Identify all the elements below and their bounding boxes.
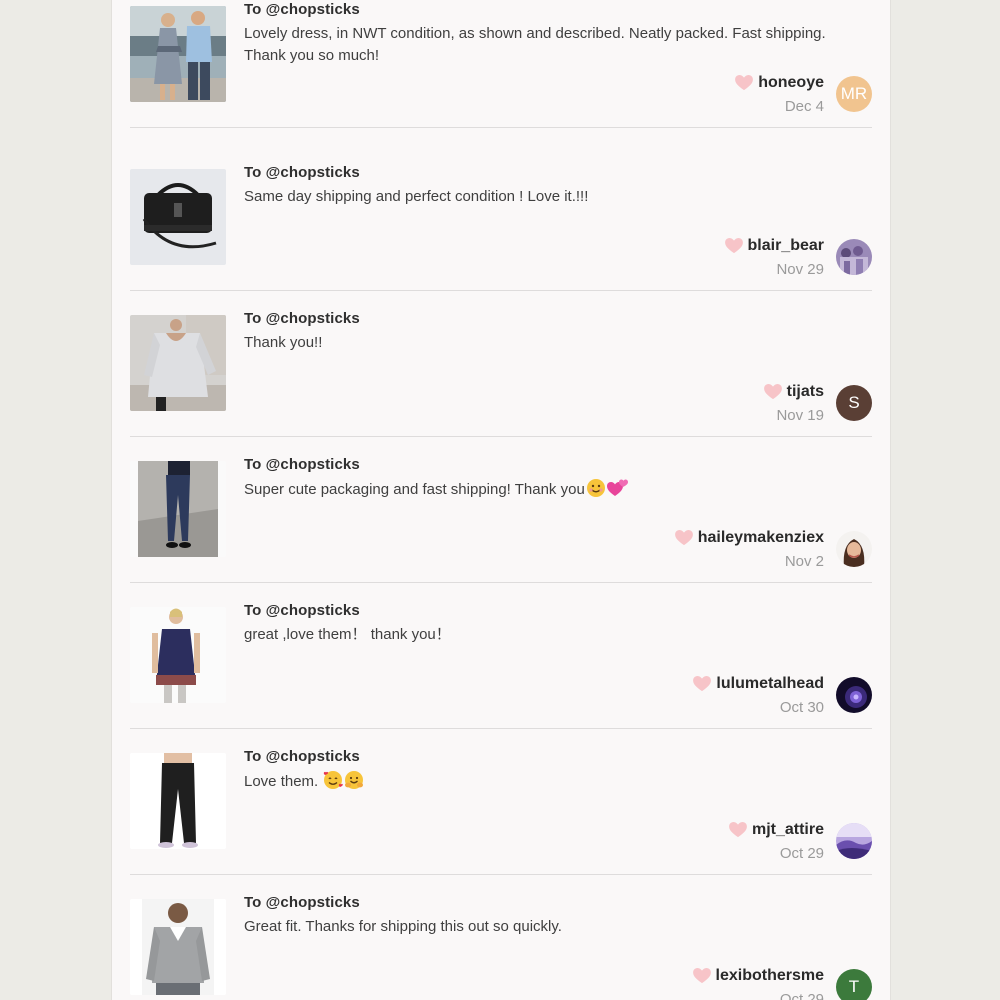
avatar-photo <box>836 239 872 275</box>
review-message: Same day shipping and perfect condition … <box>244 188 589 205</box>
two-hearts-icon <box>606 479 628 496</box>
avatar[interactable]: S <box>836 385 872 421</box>
review-date: Nov 2 <box>784 553 824 570</box>
review-message: Lovely dress, in NWT condition, as shown… <box>244 25 826 64</box>
reviewer: tijats <box>763 383 824 401</box>
avatar-photo <box>836 823 872 859</box>
review-date: Dec 4 <box>784 98 824 115</box>
recipient-label: To @chopsticks <box>244 310 360 327</box>
navy-top-photo[interactable] <box>130 607 226 703</box>
heart-icon[interactable] <box>692 968 711 984</box>
avatar-photo <box>836 677 872 713</box>
reviewer-username[interactable]: haileymakenziex <box>698 529 824 547</box>
review-card: To @chopsticks Thank you!! tijats Nov 19… <box>130 291 872 437</box>
reviewer-username[interactable]: mjt_attire <box>752 821 824 839</box>
heart-icon[interactable] <box>735 75 754 91</box>
avatar[interactable] <box>836 823 872 859</box>
avatar-initials: MR <box>840 84 868 103</box>
couple-in-dress-photo[interactable] <box>130 6 226 102</box>
review-message-text: Love them. <box>244 773 319 790</box>
avatar-photo <box>836 531 872 567</box>
review-date: Nov 19 <box>776 407 824 424</box>
reviewer-username[interactable]: lulumetalhead <box>716 675 824 693</box>
review-card: To @chopsticks Same day shipping and per… <box>130 145 872 291</box>
review-message: Great fit. Thanks for shipping this out … <box>244 918 562 935</box>
review-date: Oct 29 <box>779 991 824 1000</box>
recipient-label: To @chopsticks <box>244 602 360 619</box>
recipient-label: To @chopsticks <box>244 1 360 18</box>
avatar[interactable]: T <box>836 969 872 1000</box>
reviewer: honeoye <box>735 74 824 92</box>
recipient-label: To @chopsticks <box>244 164 360 181</box>
review-card: To @chopsticks great ,love them！ thank y… <box>130 583 872 729</box>
review-card: To @chopsticks Lovely dress, in NWT cond… <box>130 0 872 128</box>
reviewer-username[interactable]: blair_bear <box>748 237 824 255</box>
review-message: Super cute packaging and fast shipping! … <box>244 478 844 501</box>
review-card: To @chopsticks Super cute packaging and … <box>130 437 872 583</box>
reviewer: lulumetalhead <box>693 675 824 693</box>
review-card: To @chopsticks Great fit. Thanks for shi… <box>130 875 872 1000</box>
review-card: To @chopsticks Love them. mjt_attire Oct… <box>130 729 872 875</box>
reviewer-username[interactable]: lexibothersme <box>716 967 824 985</box>
hugging-face-icon <box>345 771 364 789</box>
heart-icon[interactable] <box>724 238 743 254</box>
avatar-initials: T <box>848 977 860 996</box>
heart-icon[interactable] <box>729 822 747 838</box>
recipient-label: To @chopsticks <box>244 748 360 765</box>
review-date: Oct 29 <box>779 845 824 862</box>
grey-vneck-sweater-photo[interactable] <box>130 899 226 995</box>
recipient-label: To @chopsticks <box>244 456 360 473</box>
heart-icon[interactable] <box>763 384 782 400</box>
review-message-text: Super cute packaging and fast shipping! … <box>244 481 585 498</box>
avatar-initials: S <box>848 393 860 412</box>
review-message: great ,love them！ thank you！ <box>244 626 451 643</box>
skinny-jeans-photo[interactable] <box>130 461 226 557</box>
smiling-face-icon <box>586 479 605 497</box>
avatar[interactable]: MR <box>836 76 872 112</box>
reviewer: lexibothersme <box>692 967 824 985</box>
review-date: Oct 30 <box>779 699 824 716</box>
smiling-face-with-hearts-icon <box>324 771 344 789</box>
black-pants-photo[interactable] <box>130 753 226 849</box>
grey-sweater-photo[interactable] <box>130 315 226 411</box>
reviewer-username[interactable]: tijats <box>787 383 824 401</box>
reviewer: blair_bear <box>724 237 824 255</box>
review-message: Love them. <box>244 770 844 793</box>
avatar[interactable] <box>836 677 872 713</box>
reviewer: mjt_attire <box>729 821 824 839</box>
reviews-panel: To @chopsticks Lovely dress, in NWT cond… <box>111 0 891 1000</box>
heart-icon[interactable] <box>674 530 693 546</box>
heart-icon[interactable] <box>693 676 712 692</box>
avatar[interactable] <box>836 531 872 567</box>
reviewer-username[interactable]: honeoye <box>758 74 824 92</box>
review-date: Nov 29 <box>776 261 824 278</box>
recipient-label: To @chopsticks <box>244 894 360 911</box>
review-message: Thank you!! <box>244 334 323 351</box>
reviewer: haileymakenziex <box>674 529 824 547</box>
avatar[interactable] <box>836 239 872 275</box>
black-handbag-photo[interactable] <box>130 169 226 265</box>
